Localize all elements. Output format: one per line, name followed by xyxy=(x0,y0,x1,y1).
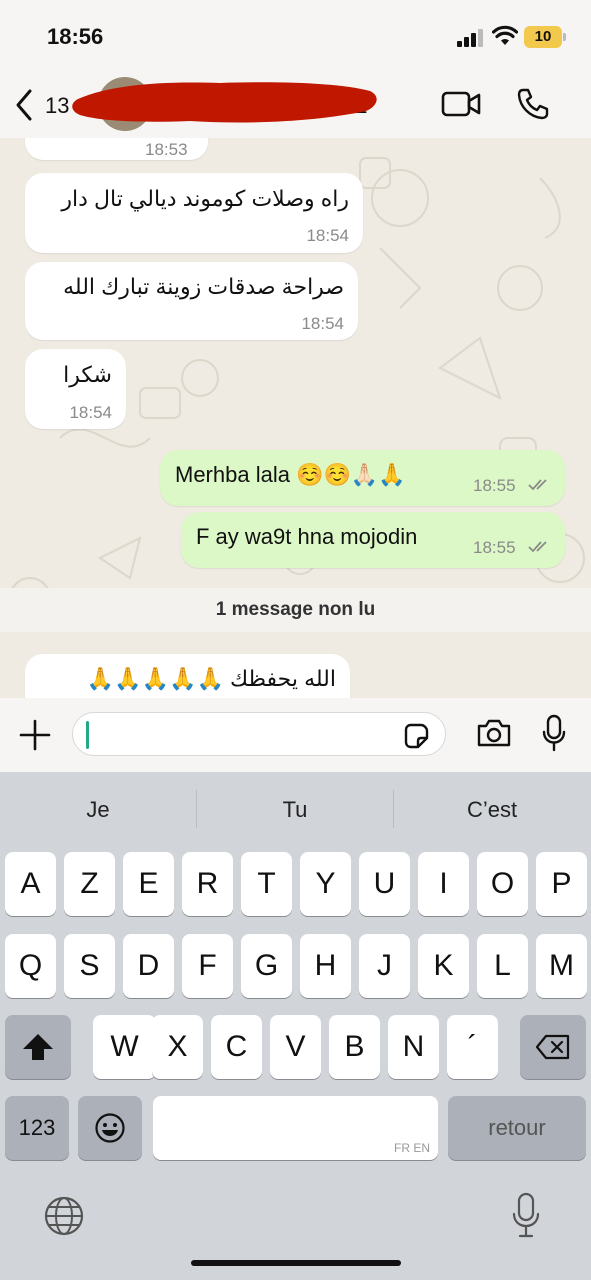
cellular-signal-icon xyxy=(457,29,483,47)
chat-messages-area[interactable]: 18:53 راه وصلات كوموند ديالي تال دار 18:… xyxy=(0,138,591,698)
phone-call-icon[interactable] xyxy=(516,87,550,121)
shift-key[interactable] xyxy=(5,1015,71,1079)
key[interactable]: ´ xyxy=(447,1015,498,1079)
suggestion-item[interactable]: Je xyxy=(0,797,196,823)
message-time: 18:53 xyxy=(145,140,188,159)
key[interactable]: Z xyxy=(64,852,115,916)
space-key-language-label: FR EN xyxy=(394,1141,430,1155)
message-text: شكرا xyxy=(63,362,112,387)
battery-indicator: 10 xyxy=(524,26,566,48)
key[interactable]: V xyxy=(270,1015,321,1079)
key[interactable]: S xyxy=(64,934,115,998)
back-chevron-icon[interactable] xyxy=(14,88,34,122)
key[interactable]: E xyxy=(123,852,174,916)
message-bubble-outgoing[interactable]: F ay wa9t hna mojodin 18:55 xyxy=(181,512,565,568)
key[interactable]: A xyxy=(5,852,56,916)
message-bubble-incoming[interactable]: صراحة صدقات زوينة تبارك الله 18:54 xyxy=(25,262,358,340)
key[interactable]: C xyxy=(211,1015,262,1079)
backspace-icon xyxy=(535,1034,570,1060)
key[interactable]: F xyxy=(182,934,233,998)
key[interactable]: D xyxy=(123,934,174,998)
backspace-key[interactable] xyxy=(520,1015,586,1079)
key[interactable]: I xyxy=(418,852,469,916)
message-bubble-incoming[interactable]: شكرا 18:54 xyxy=(25,349,126,429)
video-call-icon[interactable] xyxy=(441,89,481,119)
message-bubble-incoming[interactable]: راه وصلات كوموند ديالي تال دار 18:54 xyxy=(25,173,363,253)
message-input[interactable] xyxy=(72,712,446,756)
status-time: 18:56 xyxy=(47,24,104,49)
key[interactable]: R xyxy=(182,852,233,916)
key[interactable]: T xyxy=(241,852,292,916)
key[interactable]: B xyxy=(329,1015,380,1079)
text-caret xyxy=(86,721,89,749)
dictation-microphone-icon[interactable] xyxy=(510,1192,542,1238)
message-time: 18:55 xyxy=(473,476,516,495)
globe-icon[interactable] xyxy=(43,1195,85,1237)
unread-banner-text: 1 message non lu xyxy=(215,599,376,620)
key[interactable]: Y xyxy=(300,852,351,916)
suggestion-item[interactable]: C’est xyxy=(394,797,590,823)
return-key[interactable]: retour xyxy=(448,1096,586,1160)
shift-icon xyxy=(23,1034,53,1060)
key[interactable]: L xyxy=(477,934,528,998)
emoji-icon xyxy=(95,1113,125,1143)
message-bubble-incoming[interactable]: 18:53 xyxy=(25,138,208,160)
message-composer xyxy=(0,698,591,772)
key[interactable]: M xyxy=(536,934,587,998)
key[interactable]: P xyxy=(536,852,587,916)
read-receipt-icon xyxy=(528,541,547,553)
sticker-icon[interactable] xyxy=(402,722,430,750)
space-key[interactable]: FR EN xyxy=(153,1096,438,1160)
message-text: راه وصلات كوموند ديالي تال دار xyxy=(61,186,349,211)
key[interactable]: K xyxy=(418,934,469,998)
message-bubble-outgoing[interactable]: Merhba lala ☺️☺️🙏🏻🙏 18:55 xyxy=(160,450,565,506)
keyboard-suggestions: Je Tu C’est xyxy=(0,772,591,846)
chat-header: 13 51 xyxy=(0,75,591,138)
keyboard: Je Tu C’est A Z E R T Y U I O P Q S D F … xyxy=(0,772,591,1280)
key[interactable]: J xyxy=(359,934,410,998)
message-text: F ay wa9t hna mojodin xyxy=(196,524,418,549)
message-time: 18:54 xyxy=(306,226,349,245)
key[interactable]: H xyxy=(300,934,351,998)
status-bar: 18:56 10 xyxy=(0,0,591,75)
key[interactable]: N xyxy=(388,1015,439,1079)
wifi-icon xyxy=(492,25,518,45)
message-time: 18:54 xyxy=(301,314,344,333)
contact-name-prefix[interactable]: 13 xyxy=(45,93,69,119)
message-time: 18:55 xyxy=(473,538,516,557)
redaction-mark xyxy=(72,82,377,123)
message-text: صراحة صدقات زوينة تبارك الله xyxy=(63,274,344,299)
key[interactable]: Q xyxy=(5,934,56,998)
key[interactable]: G xyxy=(241,934,292,998)
key[interactable]: X xyxy=(152,1015,203,1079)
message-text: Merhba lala ☺️☺️🙏🏻🙏 xyxy=(175,462,406,487)
key[interactable]: U xyxy=(359,852,410,916)
unread-messages-banner: 1 message non lu xyxy=(0,588,591,632)
microphone-icon[interactable] xyxy=(541,714,567,752)
message-text: الله يحفظك 🙏🙏🙏🙏🙏 xyxy=(86,666,336,691)
key[interactable]: O xyxy=(477,852,528,916)
suggestion-item[interactable]: Tu xyxy=(197,797,393,823)
emoji-key[interactable] xyxy=(78,1096,142,1160)
numbers-key[interactable]: 123 xyxy=(5,1096,69,1160)
plus-icon[interactable] xyxy=(18,718,52,752)
key[interactable]: W xyxy=(93,1015,156,1079)
message-bubble-incoming[interactable]: الله يحفظك 🙏🙏🙏🙏🙏 xyxy=(25,654,350,698)
read-receipt-icon xyxy=(528,479,547,491)
message-time: 18:54 xyxy=(69,403,112,422)
camera-icon[interactable] xyxy=(476,718,512,748)
home-indicator xyxy=(191,1260,401,1266)
